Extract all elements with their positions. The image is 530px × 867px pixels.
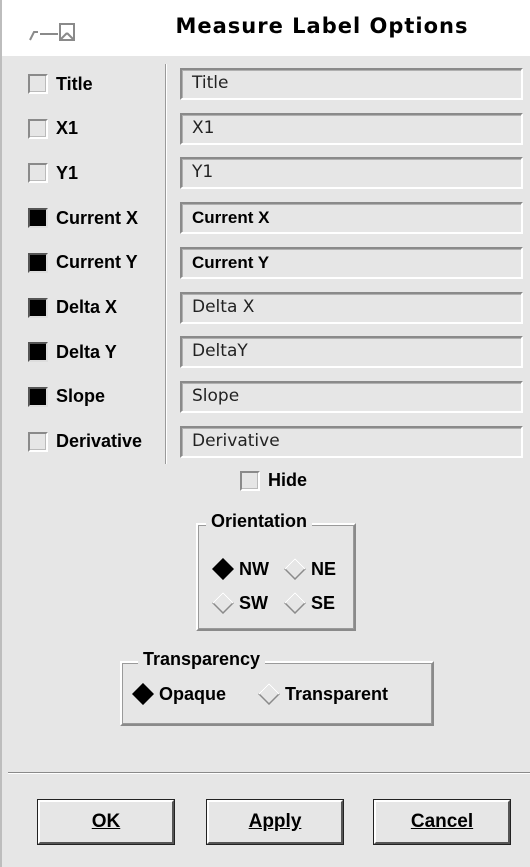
checkbox-box[interactable] xyxy=(28,252,48,273)
label-checkbox-derivative[interactable]: Derivative xyxy=(28,427,142,457)
label-checkbox-current-x[interactable]: Current X xyxy=(28,203,138,233)
label-text-field-slope[interactable]: Slope xyxy=(180,380,523,413)
orientation-group: Orientation NW NE SW SE xyxy=(196,511,356,631)
label-text-field-title[interactable]: Title xyxy=(180,68,523,100)
label-checkbox-delta-y[interactable]: Delta Y xyxy=(28,337,117,367)
checkbox-label: Title xyxy=(56,73,93,94)
transparency-group-title: Transparency xyxy=(138,649,266,670)
radio-diamond-icon[interactable] xyxy=(283,591,307,615)
checkbox-label: Derivative xyxy=(56,431,143,452)
label-text-field-delta-y[interactable]: DeltaY xyxy=(180,336,523,369)
checkbox-box[interactable] xyxy=(28,431,48,452)
orientation-radio-nw[interactable]: NW xyxy=(211,557,269,581)
label-text-field-x1[interactable]: X1 xyxy=(180,112,523,145)
radio-label: NE xyxy=(311,558,337,579)
dialog-body: Title Title X1 X1 Y1 Y1 Current X Current X Curr… xyxy=(8,56,530,862)
title-bar[interactable]: Measure Label Options xyxy=(2,0,530,56)
checkbox-box[interactable] xyxy=(28,297,48,318)
checkbox-label: Slope xyxy=(56,386,106,407)
checkbox-label: Delta X xyxy=(56,297,118,317)
measure-label-options-window: Measure Label Options Title Title X1 X1 Y1 Y1… xyxy=(0,0,530,867)
radio-diamond-icon[interactable] xyxy=(211,557,235,581)
label-checkbox-delta-x[interactable]: Delta X xyxy=(28,293,117,323)
button-separator xyxy=(8,772,530,774)
ok-button[interactable]: OK xyxy=(37,799,175,845)
checkbox-label: Current X xyxy=(56,207,139,228)
radio-label: SE xyxy=(311,592,336,613)
label-text-field-y1[interactable]: Y1 xyxy=(180,157,523,190)
orientation-radio-ne[interactable]: NE xyxy=(283,557,337,581)
label-text-field-current-x[interactable]: Current X xyxy=(180,202,523,235)
radio-diamond-icon[interactable] xyxy=(283,557,307,581)
apply-button[interactable]: Apply xyxy=(206,799,344,845)
label-checkbox-title[interactable]: Title xyxy=(28,69,93,99)
label-text-field-delta-x[interactable]: Delta X xyxy=(180,291,523,324)
radio-label: SW xyxy=(239,592,268,613)
cancel-button[interactable]: Cancel xyxy=(373,799,511,845)
checkbox-box[interactable] xyxy=(28,386,48,407)
hide-checkbox-label: Hide xyxy=(268,470,308,490)
transparency-radio-opaque[interactable]: Opaque xyxy=(131,682,227,706)
orientation-radio-se[interactable]: SE xyxy=(283,591,336,615)
radio-label: Opaque xyxy=(159,683,227,704)
hide-checkbox-box[interactable] xyxy=(240,470,260,491)
checkbox-label: Delta Y xyxy=(56,341,117,362)
hide-checkbox[interactable]: Hide xyxy=(240,470,307,491)
label-text-field-current-y[interactable]: Current Y xyxy=(180,246,523,279)
orientation-radio-sw[interactable]: SW xyxy=(211,591,268,615)
label-checkbox-x1[interactable]: X1 xyxy=(28,114,78,144)
checkbox-box[interactable] xyxy=(28,163,48,184)
transparency-group: Transparency Opaque Transparent xyxy=(120,649,434,726)
label-checkbox-slope[interactable]: Slope xyxy=(28,382,105,412)
orientation-group-title: Orientation xyxy=(206,511,313,532)
checkbox-box[interactable] xyxy=(28,118,48,139)
window-title: Measure Label Options xyxy=(175,14,469,38)
radio-diamond-icon[interactable] xyxy=(257,682,281,706)
transparency-radio-transparent[interactable]: Transparent xyxy=(257,682,389,706)
radio-diamond-icon[interactable] xyxy=(211,591,235,615)
checkbox-label: X1 xyxy=(56,118,79,139)
label-text-field-derivative[interactable]: Derivative xyxy=(180,425,523,458)
label-checkbox-y1[interactable]: Y1 xyxy=(28,158,78,188)
window-menu-icon[interactable] xyxy=(28,20,88,44)
checkbox-box[interactable] xyxy=(28,74,48,94)
radio-label: NW xyxy=(239,558,269,579)
vertical-separator xyxy=(165,64,167,464)
radio-diamond-icon[interactable] xyxy=(131,682,155,706)
checkbox-label: Y1 xyxy=(56,162,79,183)
radio-label: Transparent xyxy=(285,683,389,704)
label-checkbox-current-y[interactable]: Current Y xyxy=(28,248,138,278)
checkbox-box[interactable] xyxy=(28,208,48,229)
checkbox-label: Current Y xyxy=(56,252,138,273)
checkbox-box[interactable] xyxy=(28,342,48,363)
